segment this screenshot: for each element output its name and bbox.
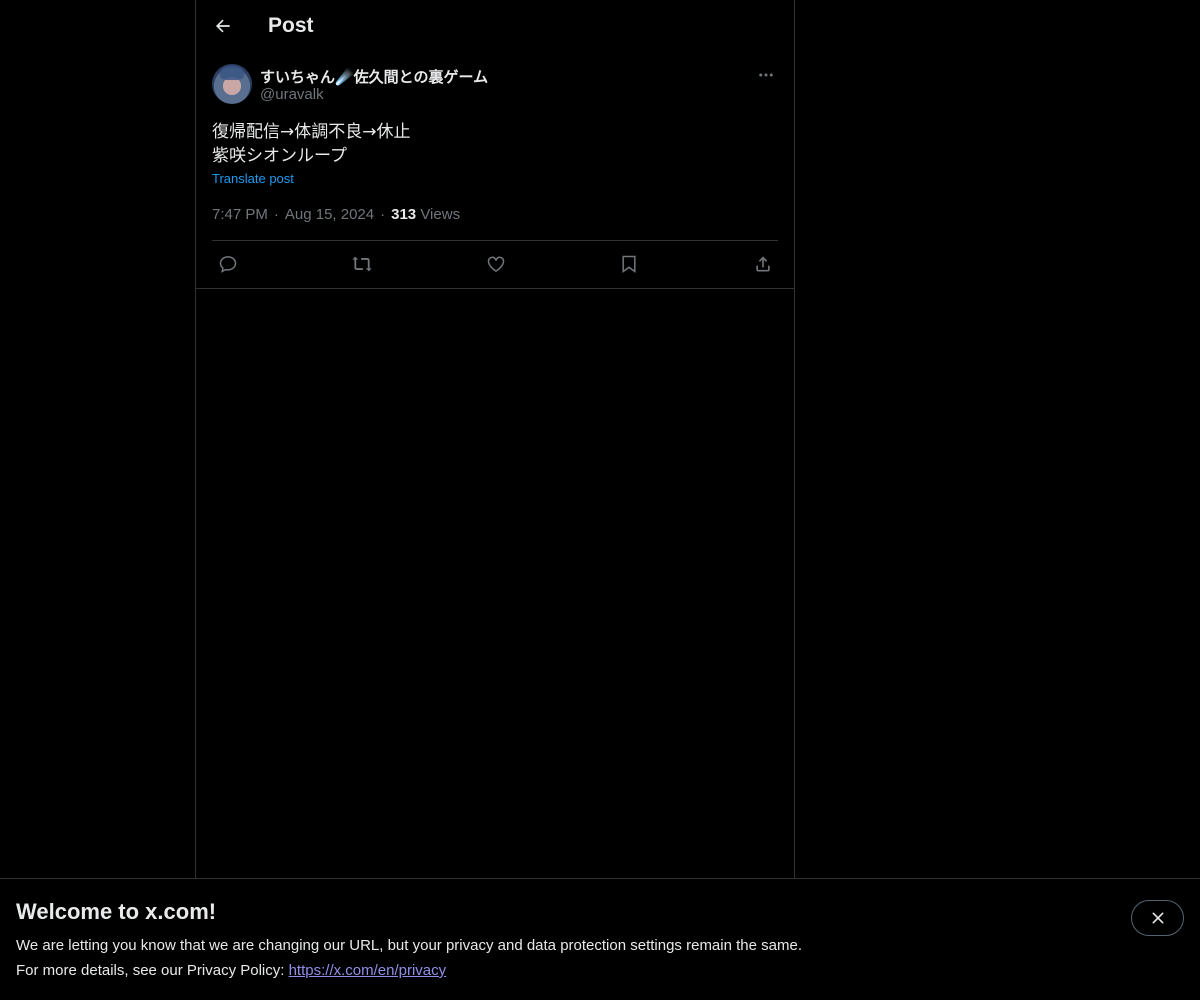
post-date[interactable]: Aug 15, 2024 <box>285 206 374 223</box>
banner-privacy-prefix: For more details, see our Privacy Policy… <box>16 962 289 979</box>
translate-post-link[interactable]: Translate post <box>212 171 294 186</box>
back-button[interactable] <box>206 9 240 43</box>
arrow-left-icon <box>216 19 230 33</box>
more-button[interactable] <box>754 65 778 85</box>
main-column: Post すいちゃん☄️佐久間との裏ゲーム @uravalk 復帰配信→体調不良… <box>195 0 795 1000</box>
reply-icon <box>219 256 237 273</box>
banner-message: We are letting you know that we are chan… <box>16 937 802 954</box>
like-button[interactable] <box>484 252 508 276</box>
avatar[interactable] <box>212 64 252 104</box>
top-bar: Post <box>196 0 794 54</box>
repost-button[interactable] <box>350 252 374 276</box>
separator-dot: · <box>273 206 279 223</box>
heart-icon <box>487 256 505 272</box>
banner-privacy-line: For more details, see our Privacy Policy… <box>16 962 446 979</box>
page-title: Post <box>268 14 314 37</box>
bookmark-button[interactable] <box>617 252 641 276</box>
bookmark-icon <box>622 255 636 273</box>
action-bar <box>212 252 778 276</box>
views-label: Views <box>420 206 461 223</box>
banner-title: Welcome to x.com! <box>16 899 217 924</box>
author-display-name[interactable]: すいちゃん☄️佐久間との裏ゲーム <box>260 66 488 87</box>
reply-button[interactable] <box>216 252 240 276</box>
post-time[interactable]: 7:47 PM <box>212 206 268 223</box>
share-button[interactable] <box>751 252 775 276</box>
post-bottom-border <box>196 288 794 289</box>
repost-icon <box>352 256 372 272</box>
banner-close-button[interactable] <box>1131 900 1184 936</box>
welcome-banner: Welcome to x.com! We are letting you kno… <box>0 878 1200 1000</box>
more-horizontal-icon <box>759 73 773 77</box>
privacy-policy-link[interactable]: https://x.com/en/privacy <box>289 962 447 979</box>
divider <box>212 240 778 241</box>
post-meta: 7:47 PM · Aug 15, 2024 · 313 Views <box>212 206 460 223</box>
views-count: 313 <box>391 206 417 223</box>
post-text: 復帰配信→体調不良→休止 紫咲シオンループ <box>212 122 411 166</box>
close-icon <box>1152 912 1163 924</box>
share-icon <box>756 256 770 272</box>
author-handle[interactable]: @uravalk <box>260 86 324 103</box>
separator-dot: · <box>380 206 386 223</box>
